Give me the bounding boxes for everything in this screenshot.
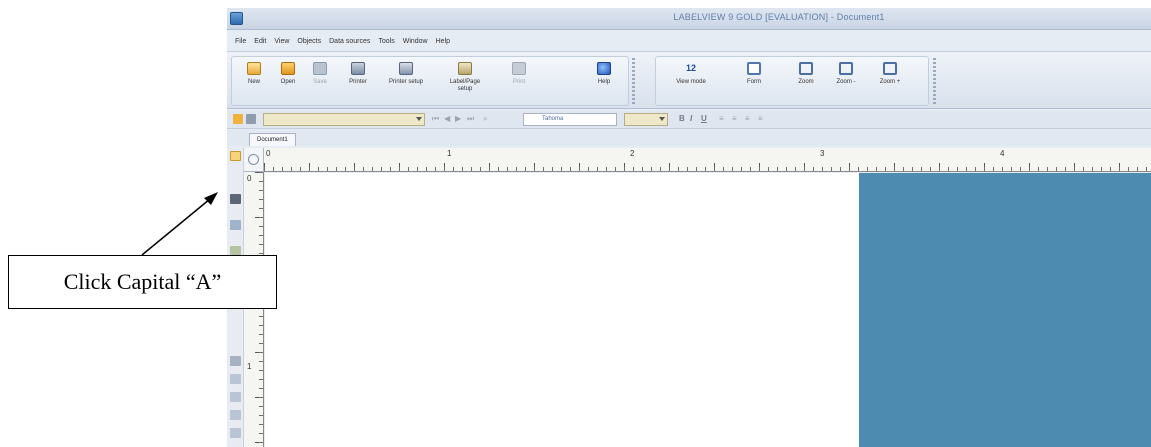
print-label: Print: [512, 79, 526, 85]
selection-tool-icon[interactable]: [230, 151, 241, 161]
menu-edit[interactable]: Edit: [254, 35, 266, 49]
printer-setup-button[interactable]: Printer setup: [380, 62, 432, 104]
menu-file[interactable]: File: [235, 35, 246, 49]
ruler-corner[interactable]: [244, 148, 264, 172]
zoom-in-icon: [883, 62, 897, 75]
find-icon[interactable]: ⌕: [483, 114, 487, 124]
zoom-out-button[interactable]: Zoom -: [826, 62, 866, 104]
label-page-setup-label: Label/Page setup: [449, 79, 481, 92]
barcode-tool-icon[interactable]: [230, 220, 241, 230]
instruction-callout: Click Capital “A”: [8, 255, 277, 309]
view-mode-icon: 12: [685, 63, 696, 73]
print-button[interactable]: Print: [496, 62, 542, 104]
bold-button[interactable]: B: [679, 114, 685, 123]
printer-button[interactable]: Printer: [338, 62, 378, 104]
formatting-toolbar: ⏮ ◀ ▶ ⏭ ⌕ Tahoma B I U ≡ ≡ ≡ ≡: [227, 111, 1151, 129]
printer-label: Printer: [349, 79, 367, 85]
save-disk-icon: [313, 62, 327, 75]
labelview-window: LABELVIEW 9 GOLD [EVALUATION] - Document…: [227, 8, 1151, 447]
ruler-label-4: 4: [1000, 149, 1005, 158]
ellipse-tool-icon[interactable]: [230, 392, 241, 402]
vruler-label-0: 0: [247, 174, 252, 183]
font-size-combo[interactable]: [624, 113, 668, 126]
form-button[interactable]: Form: [734, 62, 774, 104]
ribbon-group-file: New Open Save Printer Printer setup Labe…: [231, 56, 629, 106]
save-button[interactable]: Save: [300, 62, 340, 104]
form-icon: [747, 62, 761, 75]
help-label: Help: [597, 79, 611, 85]
document-tab-strip: Document1: [227, 130, 1151, 146]
form-label: Form: [747, 79, 761, 85]
ruler-unit-icon: [248, 154, 259, 165]
printer-setup-icon: [399, 62, 413, 75]
design-canvas[interactable]: [265, 173, 1151, 447]
italic-button[interactable]: I: [690, 114, 692, 123]
vertical-ruler: 0 1: [244, 172, 264, 447]
label-page-setup-button[interactable]: Label/Page setup: [442, 62, 488, 104]
zoom-in-button[interactable]: Zoom +: [870, 62, 910, 104]
printer-setup-label: Printer setup: [388, 79, 424, 85]
tab-document1[interactable]: Document1: [249, 133, 296, 146]
menu-bar: File Edit View Objects Data sources Tool…: [227, 35, 458, 49]
zoom-in-label: Zoom +: [879, 79, 901, 85]
ruler-label-2: 2: [630, 149, 635, 158]
zoom-icon: [799, 62, 813, 75]
ruler-label-0: 0: [266, 149, 271, 158]
align-left-icon[interactable]: ≡: [719, 114, 724, 123]
align-justify-icon[interactable]: ≡: [758, 114, 763, 123]
callout-text: Click Capital “A”: [63, 269, 222, 294]
view-mode-label: View mode: [676, 79, 706, 85]
help-button[interactable]: Help: [584, 62, 624, 104]
label-icon[interactable]: [233, 114, 243, 124]
diagonal-line-tool-icon[interactable]: [230, 428, 241, 438]
variable-combo[interactable]: [263, 113, 425, 126]
ruler-label-1: 1: [447, 149, 452, 158]
open-folder-icon: [281, 62, 295, 75]
help-icon: [597, 62, 611, 75]
save-label: Save: [313, 79, 327, 85]
zoom-out-label: Zoom -: [836, 79, 856, 85]
zoom-button[interactable]: Zoom: [786, 62, 826, 104]
label-page-setup-icon: [458, 62, 472, 75]
text-tool-icon[interactable]: [230, 194, 241, 204]
prev-record-icon[interactable]: ◀: [444, 114, 450, 123]
zoom-label: Zoom: [798, 79, 814, 85]
ribbon-grip-2[interactable]: [933, 58, 936, 104]
new-document-icon: [247, 62, 261, 75]
ruler-label-3: 3: [820, 149, 825, 158]
menu-tools[interactable]: Tools: [378, 35, 394, 49]
menu-view[interactable]: View: [274, 35, 289, 49]
ribbon-grip[interactable]: [632, 58, 635, 104]
last-record-icon[interactable]: ⏭: [467, 114, 474, 124]
next-record-icon[interactable]: ▶: [455, 114, 461, 123]
align-right-icon[interactable]: ≡: [745, 114, 750, 123]
shape-tool-icon[interactable]: [230, 410, 241, 420]
menu-help[interactable]: Help: [436, 35, 450, 49]
menu-objects[interactable]: Objects: [297, 35, 321, 49]
printer-icon: [351, 62, 365, 75]
first-record-icon[interactable]: ⏮: [432, 114, 439, 124]
view-mode-button[interactable]: 12 View mode: [668, 62, 714, 104]
align-center-icon[interactable]: ≡: [732, 114, 737, 123]
print-icon: [512, 62, 526, 75]
zoom-out-icon: [839, 62, 853, 75]
menu-data-sources[interactable]: Data sources: [329, 35, 370, 49]
grid-icon[interactable]: [246, 114, 256, 124]
rectangle-tool-icon[interactable]: [230, 374, 241, 384]
window-title: LABELVIEW 9 GOLD [EVALUATION] - Document…: [673, 12, 885, 22]
line-tool-icon[interactable]: [230, 356, 241, 366]
horizontal-ruler: 0 1 2 3 4: [264, 148, 1151, 172]
ribbon-group-view: 12 View mode Form Zoom Zoom - Zoom +: [655, 56, 929, 106]
font-name-combo[interactable]: Tahoma: [523, 113, 617, 126]
callout-arrow: [141, 192, 218, 256]
ribbon-toolbar: New Open Save Printer Printer setup Labe…: [227, 51, 1151, 109]
vruler-label-1: 1: [247, 362, 252, 371]
menu-window[interactable]: Window: [403, 35, 428, 49]
label-page[interactable]: [265, 173, 859, 447]
title-bar: LABELVIEW 9 GOLD [EVALUATION] - Document…: [227, 8, 1151, 30]
underline-button[interactable]: U: [701, 114, 707, 123]
